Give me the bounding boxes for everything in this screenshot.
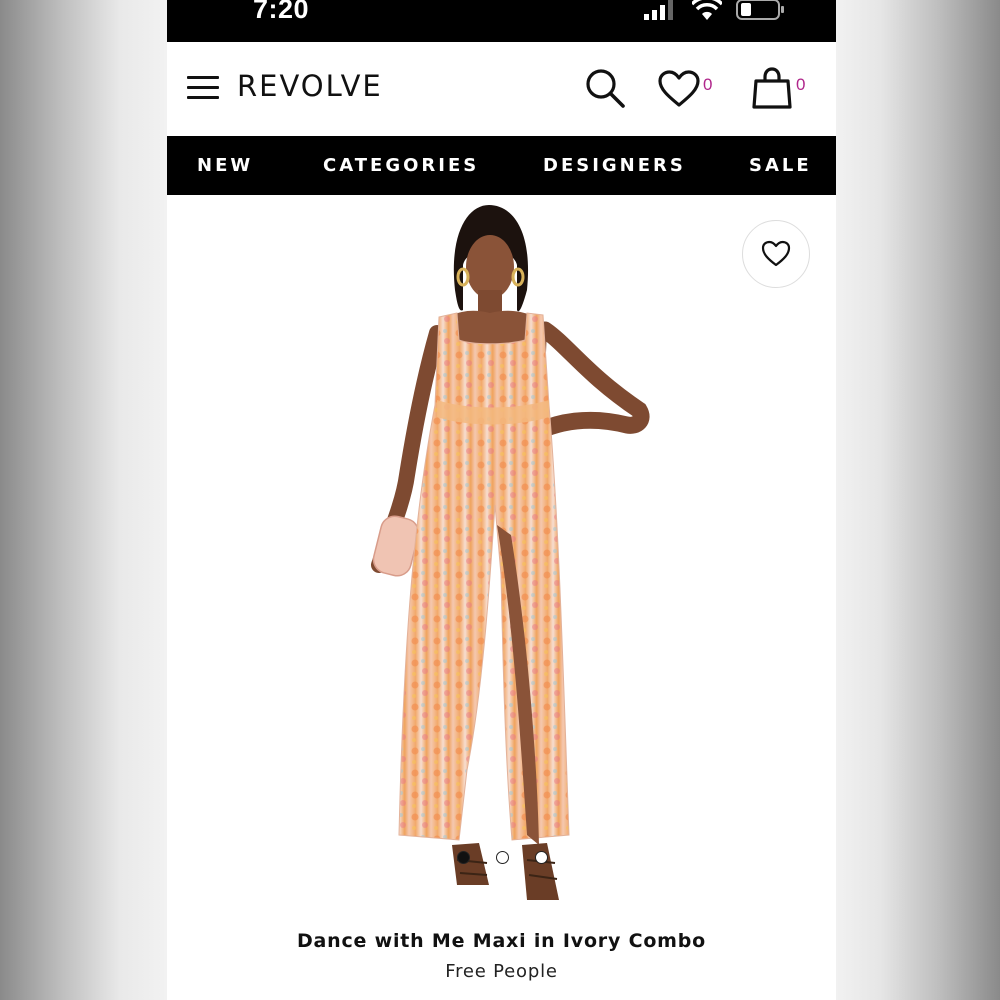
- status-bar: 7:20: [167, 0, 836, 42]
- bag-count: 0: [796, 75, 806, 94]
- shopping-bag-icon[interactable]: [752, 67, 792, 109]
- menu-icon[interactable]: [187, 76, 219, 100]
- carousel-dot[interactable]: [535, 851, 548, 864]
- phone-screen: 7:20 REVOLVE 0 0 NEW CATEGORIES DESIGNER…: [167, 0, 836, 1000]
- nav-item-designers[interactable]: DESIGNERS: [543, 155, 686, 176]
- revolve-logo[interactable]: REVOLVE: [237, 69, 383, 103]
- favorite-button[interactable]: [742, 220, 810, 288]
- search-icon[interactable]: [584, 67, 626, 109]
- carousel-dot[interactable]: [457, 851, 470, 864]
- product-image: [371, 205, 650, 900]
- product-title[interactable]: Dance with Me Maxi in Ivory Combo: [167, 930, 836, 952]
- product-brand[interactable]: Free People: [167, 961, 836, 982]
- signal-icon: [644, 0, 673, 20]
- status-time: 7:20: [253, 0, 310, 24]
- product-image-carousel[interactable]: [167, 195, 836, 915]
- carousel-dot[interactable]: [496, 851, 509, 864]
- battery-icon: [736, 0, 784, 20]
- site-header: REVOLVE 0 0: [167, 42, 836, 136]
- wishlist-heart-icon[interactable]: [658, 70, 700, 108]
- category-nav: NEW CATEGORIES DESIGNERS SALE: [167, 136, 836, 195]
- heart-icon: [761, 240, 791, 267]
- status-icons: [644, 0, 786, 20]
- wifi-icon: [692, 0, 722, 20]
- wishlist-count: 0: [703, 75, 713, 94]
- carousel-dots: [457, 851, 548, 864]
- nav-item-new[interactable]: NEW: [197, 155, 253, 176]
- nav-item-categories[interactable]: CATEGORIES: [323, 155, 479, 176]
- nav-item-sale[interactable]: SALE: [749, 155, 812, 176]
